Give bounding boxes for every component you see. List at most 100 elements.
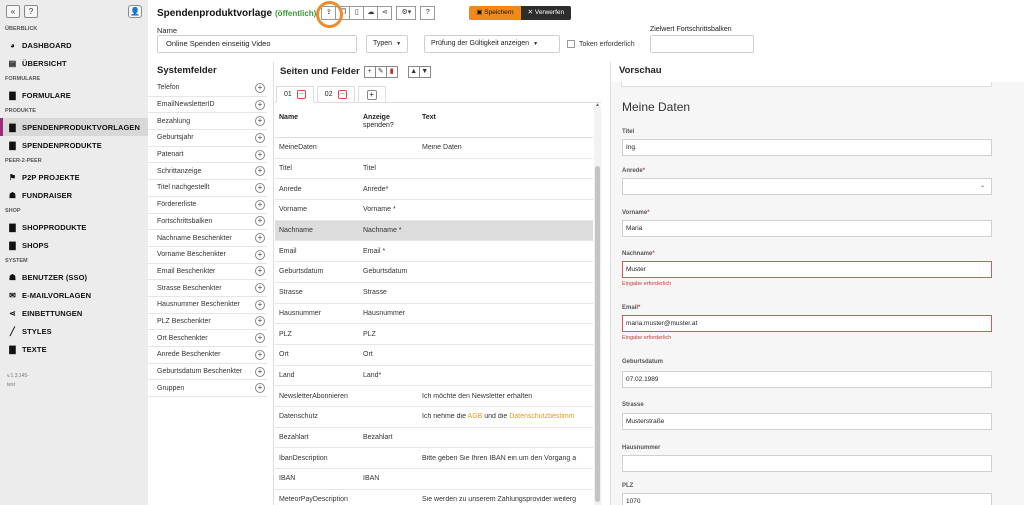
table-row[interactable]: Email Email * [275,241,593,263]
terms-link[interactable]: AGB [468,413,483,420]
terms-link[interactable]: Datenschutzbestimm [509,413,574,420]
name-input[interactable]: Online Spenden einseitig Video [157,35,357,53]
user-profile-icon[interactable]: 👤 [128,4,142,18]
close-icon: ✕ [527,9,535,16]
add-field-icon[interactable]: + [255,132,265,143]
add-field-icon[interactable]: + [255,249,265,260]
vorname-field[interactable]: Maria [622,220,992,237]
table-row[interactable]: Land Land* [275,366,593,387]
add-field-icon[interactable]: + [255,82,265,93]
hausnummer-field[interactable] [622,455,992,472]
sidebar-item-shops[interactable]: ▇ SHOPS [0,236,148,254]
sidebar-item-shopprodukte[interactable]: ▇ SHOPPRODUKTE [0,218,148,236]
nachname-label: Nachname* [622,251,655,257]
brush-icon: ╱ [10,326,15,336]
table-row[interactable]: Titel Titel [275,159,593,180]
table-row[interactable]: MeineDaten Meine Daten [275,138,593,159]
upload-button[interactable]: ☁ [363,6,379,20]
sidebar-item-benutzer-sso[interactable]: ☗ BENUTZER (SSO) [0,268,148,286]
focus-highlight-ring [316,1,344,28]
add-field-icon[interactable]: + [255,199,265,210]
add-page-button[interactable]: + [357,86,386,102]
system-field-label: Strasse Beschenkter [157,284,222,292]
add-field-icon[interactable]: + [255,149,265,160]
cell-text-part: Ich nehme die [422,413,468,421]
validity-select[interactable]: Prüfung der Gültigkeit anzeigen ▼ [424,35,560,53]
sidebar-item-dashboard[interactable]: ◕ DASHBOARD [0,36,148,54]
table-row[interactable]: MeteorPayDescription Sie werden zu unsere… [275,490,593,505]
add-field-icon[interactable]: + [255,316,265,327]
add-field-icon[interactable]: + [255,216,265,227]
delete-icon[interactable]: ▮ [385,66,398,78]
sidebar-item-spendenproduktvorlagen[interactable]: ▇ SPENDENPRODUKTVORLAGEN [0,118,148,136]
publish-button[interactable]: ⇪ [316,1,344,28]
add-field-icon[interactable]: + [255,99,265,110]
titel-field[interactable]: Ing. [622,139,992,156]
table-row[interactable]: Datenschutz Ich nehme die AGB und die Dat… [275,407,593,428]
strasse-field[interactable]: Musterstraße [622,413,992,430]
email-error: Eingabe erforderlich [622,335,672,341]
add-field-icon[interactable]: + [255,182,265,193]
preview-area: Meine Daten Titel Ing. Anrede* ⌄ Vorname… [611,82,1024,505]
table-row[interactable]: PLZ PLZ [275,324,593,345]
share-button[interactable]: ⋖ [377,6,393,20]
nachname-field[interactable]: Muster [622,261,992,278]
checkbox-box[interactable] [567,40,575,48]
types-select[interactable]: Typen ▼ [366,35,408,53]
email-field[interactable]: maria.muster@muster.at [622,315,992,332]
add-field-icon[interactable]: + [255,266,265,277]
table-scrollbar[interactable]: ▲ [594,102,601,505]
table-row[interactable]: Hausnummer Hausnummer [275,304,593,325]
table-row[interactable]: NewsletterAbonnieren Ich möchte den Newsl… [275,386,593,407]
add-field-icon[interactable]: + [255,383,265,394]
progress-target-input[interactable] [650,35,754,53]
save-button[interactable]: ▣ Speichern [469,6,521,20]
table-row[interactable]: Nachname Nachname * [275,220,593,242]
scroll-thumb[interactable] [595,166,600,502]
tab-page-02[interactable]: 02− [316,86,355,102]
plz-field[interactable]: 1070 [622,493,992,505]
add-field-icon[interactable]: + [255,116,265,127]
sidebar-item-texte[interactable]: ▇ TEXTE [0,340,148,358]
sidebar-item-styles[interactable]: ╱ STYLES [0,322,148,340]
table-row[interactable]: IbanDescription Bitte geben Sie Ihren IBA… [275,448,593,469]
cell-display: IBAN [363,475,380,483]
add-field-icon[interactable]: + [255,349,265,360]
table-row[interactable]: IBAN IBAN [275,469,593,490]
table-row[interactable]: Geburtsdatum Geburtsdatum [275,262,593,283]
sidebar-item-p2p-projekte[interactable]: ⚑ P2P PROJEKTE [0,168,148,186]
settings-button[interactable]: ⚙▾ [396,6,417,20]
document-button[interactable]: ▯ [349,6,365,20]
text-icon: ▇ [9,344,16,354]
tab-page-01[interactable]: 01− [276,86,314,103]
discard-button[interactable]: ✕ Verwerfen [520,6,572,20]
table-row[interactable]: Strasse Strasse [275,283,593,304]
system-field-item: Fortschrittsbalken + [148,214,267,231]
add-field-icon[interactable]: + [255,366,265,377]
table-row[interactable]: Anrede Anrede* [275,179,593,201]
add-field-icon[interactable]: + [255,299,265,310]
sidebar-item-übersicht[interactable]: ▤ ÜBERSICHT [0,54,148,72]
scroll-up-icon[interactable]: ▲ [595,102,600,108]
sidebar-item-formulare[interactable]: ▇ FORMULARE [0,86,148,104]
collapse-sidebar-button[interactable]: « [6,4,20,18]
anrede-select[interactable]: ⌄ [622,178,992,195]
add-field-icon[interactable]: + [255,233,265,244]
table-row[interactable]: Vorname Vorname * [275,200,593,221]
table-row[interactable]: Bezahlart Bezahlart [275,428,593,449]
remove-page-icon[interactable]: − [296,90,306,99]
sidebar-item-einbettungen[interactable]: ⋖ EINBETTUNGEN [0,304,148,322]
move-down-icon[interactable]: ▼ [418,66,431,78]
add-field-icon[interactable]: + [255,283,265,294]
help-button[interactable]: ? [420,6,436,20]
sidebar-item-spendenprodukte[interactable]: ▇ SPENDENPRODUKTE [0,136,148,154]
table-row[interactable]: Ort Ort [275,345,593,366]
sidebar-item-e-mailvorlagen[interactable]: ✉ E-MAILVORLAGEN [0,286,148,304]
remove-page-icon[interactable]: − [337,90,347,99]
geburtsdatum-field[interactable]: 07.02.1989 [622,371,992,388]
sidebar-item-fundraiser[interactable]: ☗ FUNDRAISER [0,186,148,204]
add-field-icon[interactable]: + [255,166,265,177]
add-field-icon[interactable]: + [255,333,265,344]
token-checkbox[interactable]: Token erforderlich [567,40,635,48]
help-icon[interactable]: ? [24,4,38,18]
